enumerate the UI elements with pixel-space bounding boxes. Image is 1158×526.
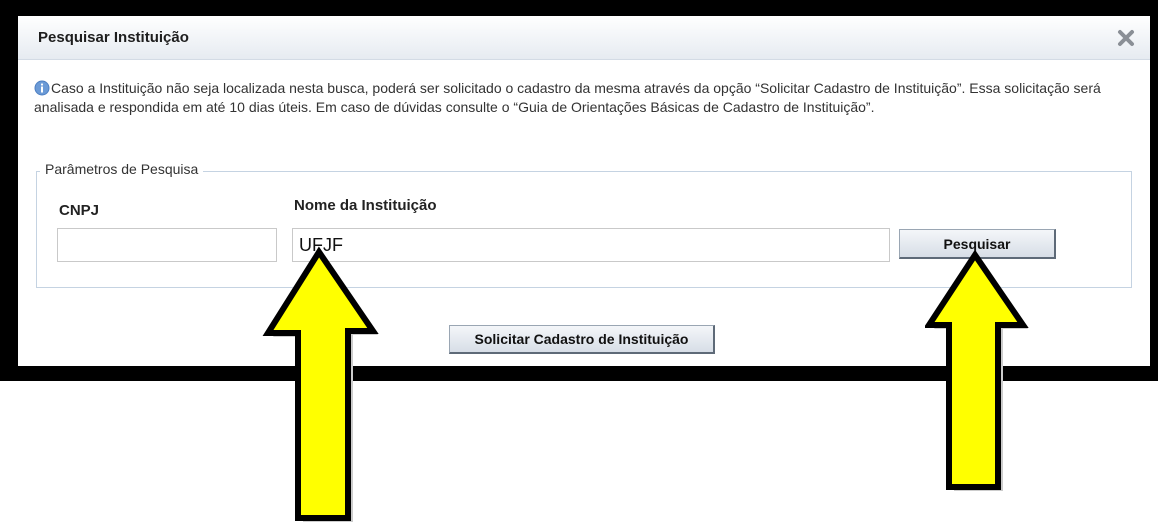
request-registration-button[interactable]: Solicitar Cadastro de Instituição — [449, 325, 715, 354]
info-message-text: Caso a Instituição não seja localizada n… — [34, 80, 1101, 115]
search-parameters-legend: Parâmetros de Pesquisa — [40, 161, 204, 177]
dialog-title: Pesquisar Instituição — [38, 29, 189, 46]
search-button[interactable]: Pesquisar — [899, 229, 1056, 259]
close-icon[interactable] — [1116, 28, 1136, 48]
institution-name-label: Nome da Instituição — [294, 197, 437, 214]
dialog-titlebar: Pesquisar Instituição — [18, 16, 1150, 60]
cnpj-input[interactable] — [57, 228, 277, 262]
institution-name-input[interactable] — [292, 228, 890, 262]
info-message: Caso a Instituição não seja localizada n… — [34, 79, 1134, 117]
info-icon — [34, 80, 50, 96]
cnpj-label: CNPJ — [59, 202, 100, 219]
search-institution-dialog: Pesquisar Instituição Caso a Instituição… — [18, 16, 1150, 366]
